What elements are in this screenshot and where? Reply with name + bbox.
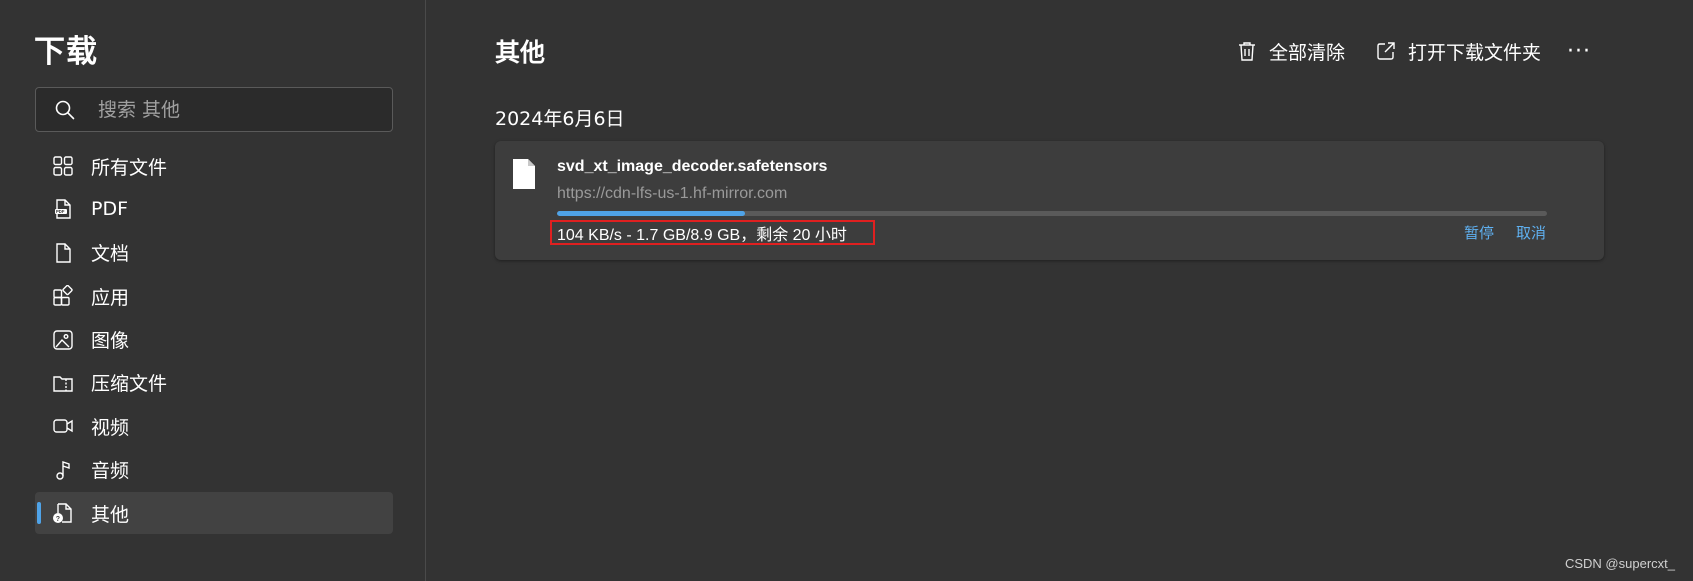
file-icon xyxy=(511,158,537,190)
more-options-button[interactable]: ··· xyxy=(1564,34,1594,68)
download-source-url[interactable]: https://cdn-lfs-us-1.hf-mirror.com xyxy=(557,185,787,203)
pause-button[interactable]: 暂停 xyxy=(1464,222,1494,243)
cancel-button[interactable]: 取消 xyxy=(1516,222,1546,243)
sidebar-title: 下载 xyxy=(34,34,98,70)
svg-text:PDF: PDF xyxy=(56,210,65,215)
category-nav: 所有文件 PDF PDF 文档 应用 图像 压缩文件 视频 音频 ? 其他 xyxy=(35,145,393,536)
svg-text:?: ? xyxy=(56,516,60,523)
sidebar-item-images[interactable]: 图像 xyxy=(35,319,393,361)
clear-all-label: 全部清除 xyxy=(1269,41,1346,64)
trash-icon xyxy=(1235,39,1259,63)
sidebar-item-label: 其他 xyxy=(91,503,130,526)
sidebar-item-label: PDF xyxy=(91,198,129,221)
sidebar-item-pdf[interactable]: PDF PDF xyxy=(35,188,393,230)
sidebar-item-label: 音频 xyxy=(91,460,130,483)
main-content: 其他 全部清除 打开下载文件夹 ··· 2024年6月6日 svd_xt_ima… xyxy=(427,0,1693,581)
search-box[interactable] xyxy=(35,87,393,132)
sidebar-item-audio[interactable]: 音频 xyxy=(35,449,393,491)
pdf-file-icon: PDF xyxy=(51,197,75,221)
open-download-folder-button[interactable]: 打开下载文件夹 xyxy=(1374,34,1541,68)
sidebar: 下载 所有文件 xyxy=(0,0,426,581)
open-folder-label: 打开下载文件夹 xyxy=(1408,41,1542,64)
sidebar-item-label: 应用 xyxy=(91,286,130,309)
sidebar-item-label: 所有文件 xyxy=(91,156,168,179)
archive-icon xyxy=(51,371,75,395)
search-input[interactable] xyxy=(96,97,360,122)
sidebar-item-documents[interactable]: 文档 xyxy=(35,232,393,274)
sidebar-item-videos[interactable]: 视频 xyxy=(35,405,393,447)
grid-icon xyxy=(51,154,75,178)
download-file-name[interactable]: svd_xt_image_decoder.safetensors xyxy=(557,158,827,176)
sidebar-item-all-files[interactable]: 所有文件 xyxy=(35,145,393,187)
toolbar: 全部清除 打开下载文件夹 ··· xyxy=(427,34,1693,68)
download-progress-fill xyxy=(557,211,746,216)
sidebar-item-label: 文档 xyxy=(91,243,130,266)
more-icon: ··· xyxy=(1567,38,1591,64)
sidebar-item-label: 图像 xyxy=(91,330,130,353)
sidebar-item-other[interactable]: ? 其他 xyxy=(35,492,393,535)
music-note-icon xyxy=(51,458,75,482)
download-progress-bar xyxy=(557,211,1547,216)
document-icon xyxy=(51,241,75,265)
sidebar-item-label: 压缩文件 xyxy=(91,373,168,396)
video-icon xyxy=(51,414,75,438)
watermark: CSDN @supercxt_ xyxy=(1564,556,1675,571)
image-icon xyxy=(51,328,75,352)
apps-icon xyxy=(51,284,75,308)
downloads-window: 下载 所有文件 xyxy=(0,0,1693,581)
download-item-card: svd_xt_image_decoder.safetensors https:/… xyxy=(495,141,1604,260)
sidebar-item-label: 视频 xyxy=(91,416,130,439)
external-link-icon xyxy=(1374,39,1398,63)
unknown-file-icon: ? xyxy=(51,501,75,525)
clear-all-button[interactable]: 全部清除 xyxy=(1235,34,1345,68)
date-group-heading: 2024年6月6日 xyxy=(495,108,625,130)
download-status-text: 104 KB/s - 1.7 GB/8.9 GB，剩余 20 小时 xyxy=(557,227,847,244)
sidebar-item-archives[interactable]: 压缩文件 xyxy=(35,362,393,404)
search-icon xyxy=(54,99,76,121)
sidebar-item-apps[interactable]: 应用 xyxy=(35,275,393,317)
